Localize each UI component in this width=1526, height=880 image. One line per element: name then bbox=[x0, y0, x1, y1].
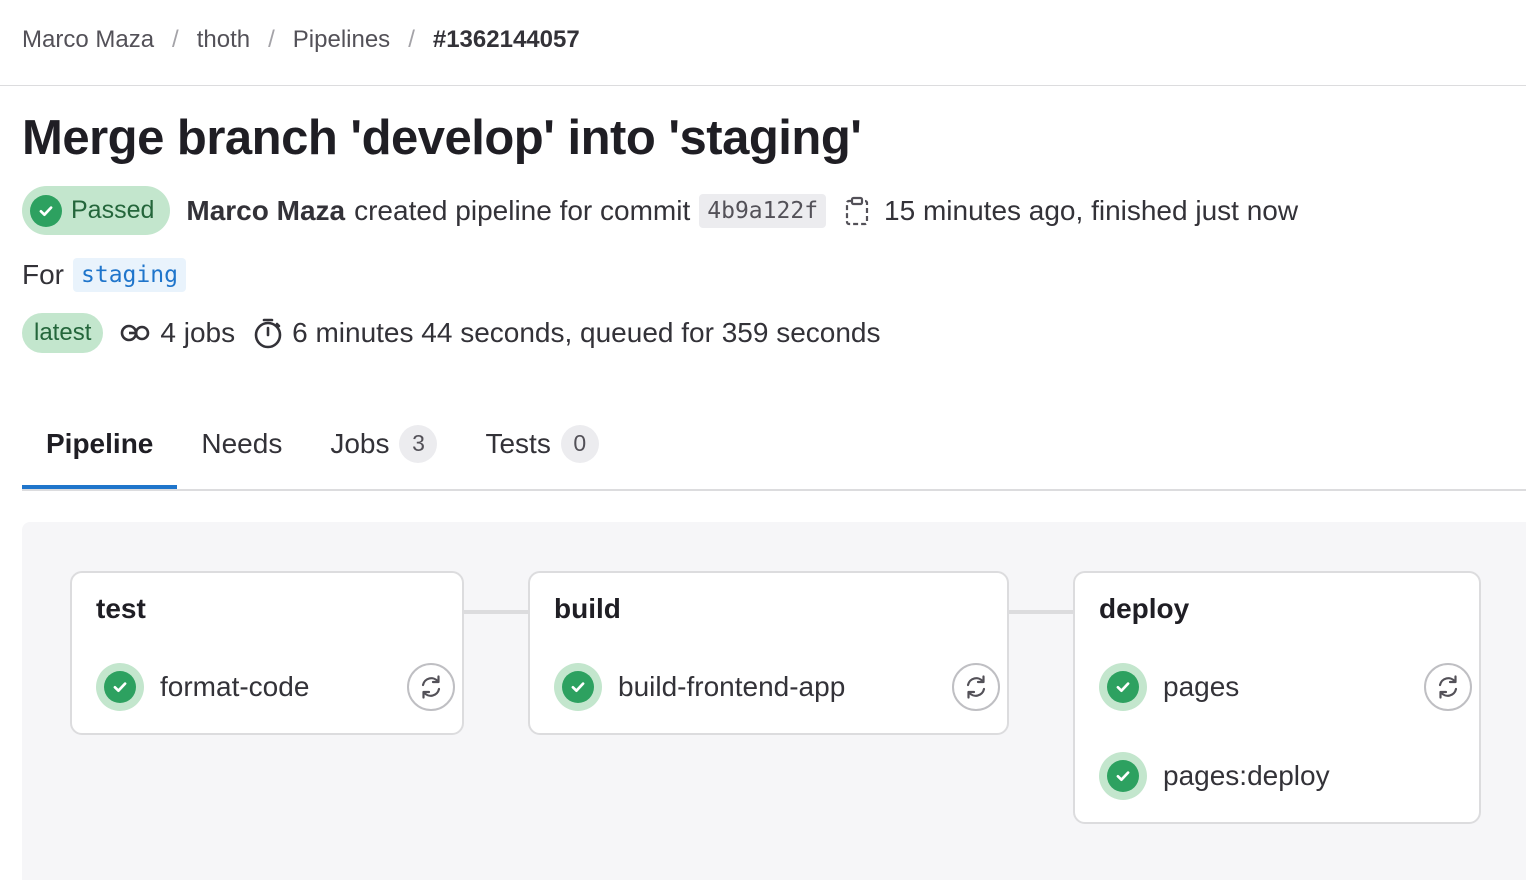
retry-button[interactable] bbox=[407, 663, 455, 711]
pipeline-meta-line: latest 4 jobs 6 minutes 44 seconds, queu… bbox=[22, 313, 881, 353]
job-name: pages bbox=[1163, 671, 1240, 702]
retry-icon bbox=[966, 675, 986, 699]
header-divider bbox=[0, 85, 1526, 86]
pipeline-graph: test format-code build build-frontend-ap… bbox=[22, 522, 1526, 880]
branch-link[interactable]: staging bbox=[73, 258, 186, 292]
check-circle-icon bbox=[104, 671, 136, 703]
status-badge-label: Passed bbox=[71, 196, 155, 224]
check-circle-icon bbox=[1107, 760, 1139, 792]
tab-pipeline[interactable]: Pipeline bbox=[22, 400, 178, 489]
pipeline-action-text: created pipeline for commit bbox=[354, 194, 691, 226]
breadcrumb-separator: / bbox=[172, 26, 179, 53]
tab-count-badge: 0 bbox=[560, 424, 599, 463]
duration-text: 6 minutes 44 seconds, queued for 359 sec… bbox=[292, 317, 881, 348]
breadcrumb-pipelines[interactable]: Pipelines bbox=[293, 26, 390, 54]
check-circle-icon bbox=[562, 671, 594, 703]
latest-badge: latest bbox=[22, 313, 104, 353]
tab-needs[interactable]: Needs bbox=[177, 400, 306, 487]
retry-button[interactable] bbox=[1424, 663, 1472, 711]
pipeline-time: 15 minutes ago, finished just now bbox=[884, 194, 1299, 226]
job-name: pages:deploy bbox=[1163, 760, 1330, 791]
job-pages[interactable]: pages bbox=[1099, 662, 1475, 712]
commit-sha-link[interactable]: 4b9a122f bbox=[699, 193, 827, 228]
retry-icon bbox=[421, 675, 441, 699]
job-status bbox=[1099, 752, 1147, 800]
status-badge[interactable]: Passed bbox=[22, 186, 171, 235]
check-circle-icon bbox=[30, 194, 62, 227]
author-link[interactable]: Marco Maza bbox=[186, 195, 345, 227]
job-pages-deploy[interactable]: pages:deploy bbox=[1099, 751, 1475, 801]
page-title: Merge branch 'develop' into 'staging' bbox=[22, 111, 862, 165]
breadcrumb-project[interactable]: thoth bbox=[197, 26, 250, 54]
stage-connector bbox=[463, 610, 529, 614]
pipeline-tabs: Pipeline Needs Jobs 3 Tests 0 bbox=[22, 400, 1526, 491]
job-status bbox=[554, 663, 602, 711]
stage-title: deploy bbox=[1099, 593, 1190, 624]
job-status bbox=[96, 663, 144, 711]
timer-icon bbox=[253, 317, 283, 349]
job-name: build-frontend-app bbox=[618, 671, 846, 702]
tab-label: Tests bbox=[485, 427, 551, 459]
pipeline-status-line: Passed Marco Maza created pipeline for c… bbox=[22, 186, 1298, 235]
breadcrumb-separator: / bbox=[408, 26, 415, 53]
tab-label: Needs bbox=[201, 427, 283, 459]
tab-count-badge: 3 bbox=[399, 424, 438, 463]
stage-build: build build-frontend-app bbox=[528, 571, 1009, 735]
tab-label: Jobs bbox=[330, 427, 390, 459]
tab-jobs[interactable]: Jobs 3 bbox=[306, 400, 461, 487]
check-circle-icon bbox=[1107, 671, 1139, 703]
ref-prefix: For bbox=[22, 259, 64, 290]
tab-label: Pipeline bbox=[46, 427, 154, 459]
breadcrumb-current-pipeline[interactable]: #1362144057 bbox=[433, 26, 580, 54]
job-build-frontend-app[interactable]: build-frontend-app bbox=[554, 662, 1003, 712]
stage-test: test format-code bbox=[70, 571, 464, 735]
stage-title: test bbox=[96, 593, 146, 624]
jobs-count: 4 jobs bbox=[160, 317, 236, 348]
job-status bbox=[1099, 663, 1147, 711]
breadcrumb-user[interactable]: Marco Maza bbox=[22, 26, 154, 54]
job-format-code[interactable]: format-code bbox=[96, 662, 458, 712]
retry-button[interactable] bbox=[952, 663, 1000, 711]
ref-line: For staging bbox=[22, 256, 186, 294]
stage-connector bbox=[1008, 610, 1074, 614]
retry-icon bbox=[1438, 675, 1458, 699]
stage-title: build bbox=[554, 593, 621, 624]
tab-tests[interactable]: Tests 0 bbox=[461, 400, 622, 487]
job-name: format-code bbox=[160, 671, 310, 702]
clipboard-icon[interactable] bbox=[844, 196, 870, 226]
stage-deploy: deploy pages pages:deploy bbox=[1073, 571, 1481, 824]
breadcrumb: Marco Maza / thoth / Pipelines / #136214… bbox=[22, 22, 580, 58]
breadcrumb-separator: / bbox=[268, 26, 275, 53]
pipeline-icon bbox=[119, 322, 151, 344]
